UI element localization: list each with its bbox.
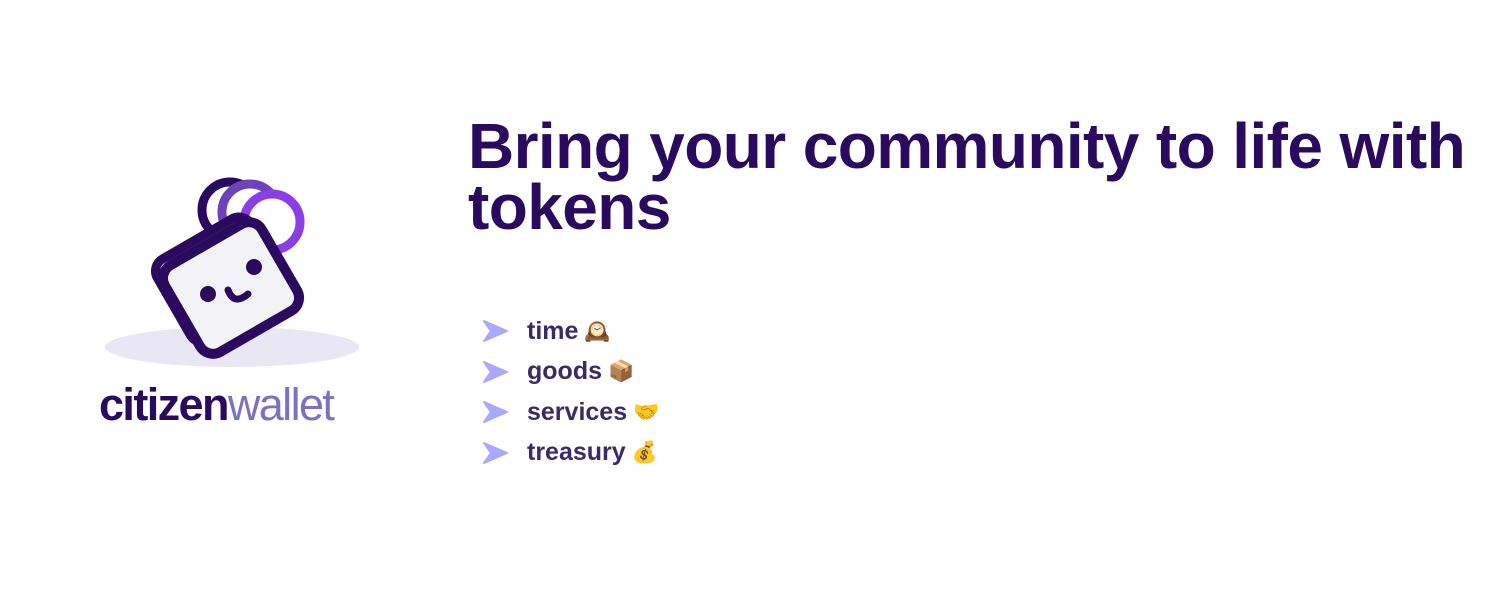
citizen-wallet-logo: citizenwallet	[96, 170, 386, 440]
money-bag-icon: 💰	[631, 440, 658, 465]
feature-label: time	[527, 316, 579, 345]
wallet-mascot-icon	[105, 177, 359, 367]
feature-item-treasury: treasury 💰	[482, 433, 659, 474]
feature-label: treasury	[527, 438, 626, 467]
arrow-bullet-icon	[483, 320, 508, 343]
feature-label: goods	[527, 357, 602, 386]
arrow-bullet-icon	[483, 360, 508, 383]
feature-list: time 🕰️ goods 📦 services 🤝 treasury 💰	[482, 311, 659, 473]
arrow-bullet-icon	[483, 401, 508, 424]
wordmark-wallet: wallet	[227, 379, 335, 430]
wordmark: citizenwallet	[99, 379, 335, 430]
feature-item-time: time 🕰️	[482, 311, 659, 352]
arrow-bullet-icon	[483, 441, 508, 464]
feature-item-goods: goods 📦	[482, 352, 659, 393]
mantel-clock-icon: 🕰️	[584, 318, 611, 343]
mascot-eye-left	[200, 286, 216, 302]
feature-item-services: services 🤝	[482, 392, 659, 433]
handshake-icon: 🤝	[633, 399, 660, 424]
headline: Bring your community to life with tokens	[468, 110, 1466, 243]
mascot-eye-right	[246, 259, 262, 275]
wordmark-citizen: citizen	[99, 379, 229, 430]
page: citizenwallet Bring your community to li…	[0, 0, 1500, 600]
feature-label: services	[527, 397, 628, 426]
package-icon: 📦	[608, 359, 635, 384]
